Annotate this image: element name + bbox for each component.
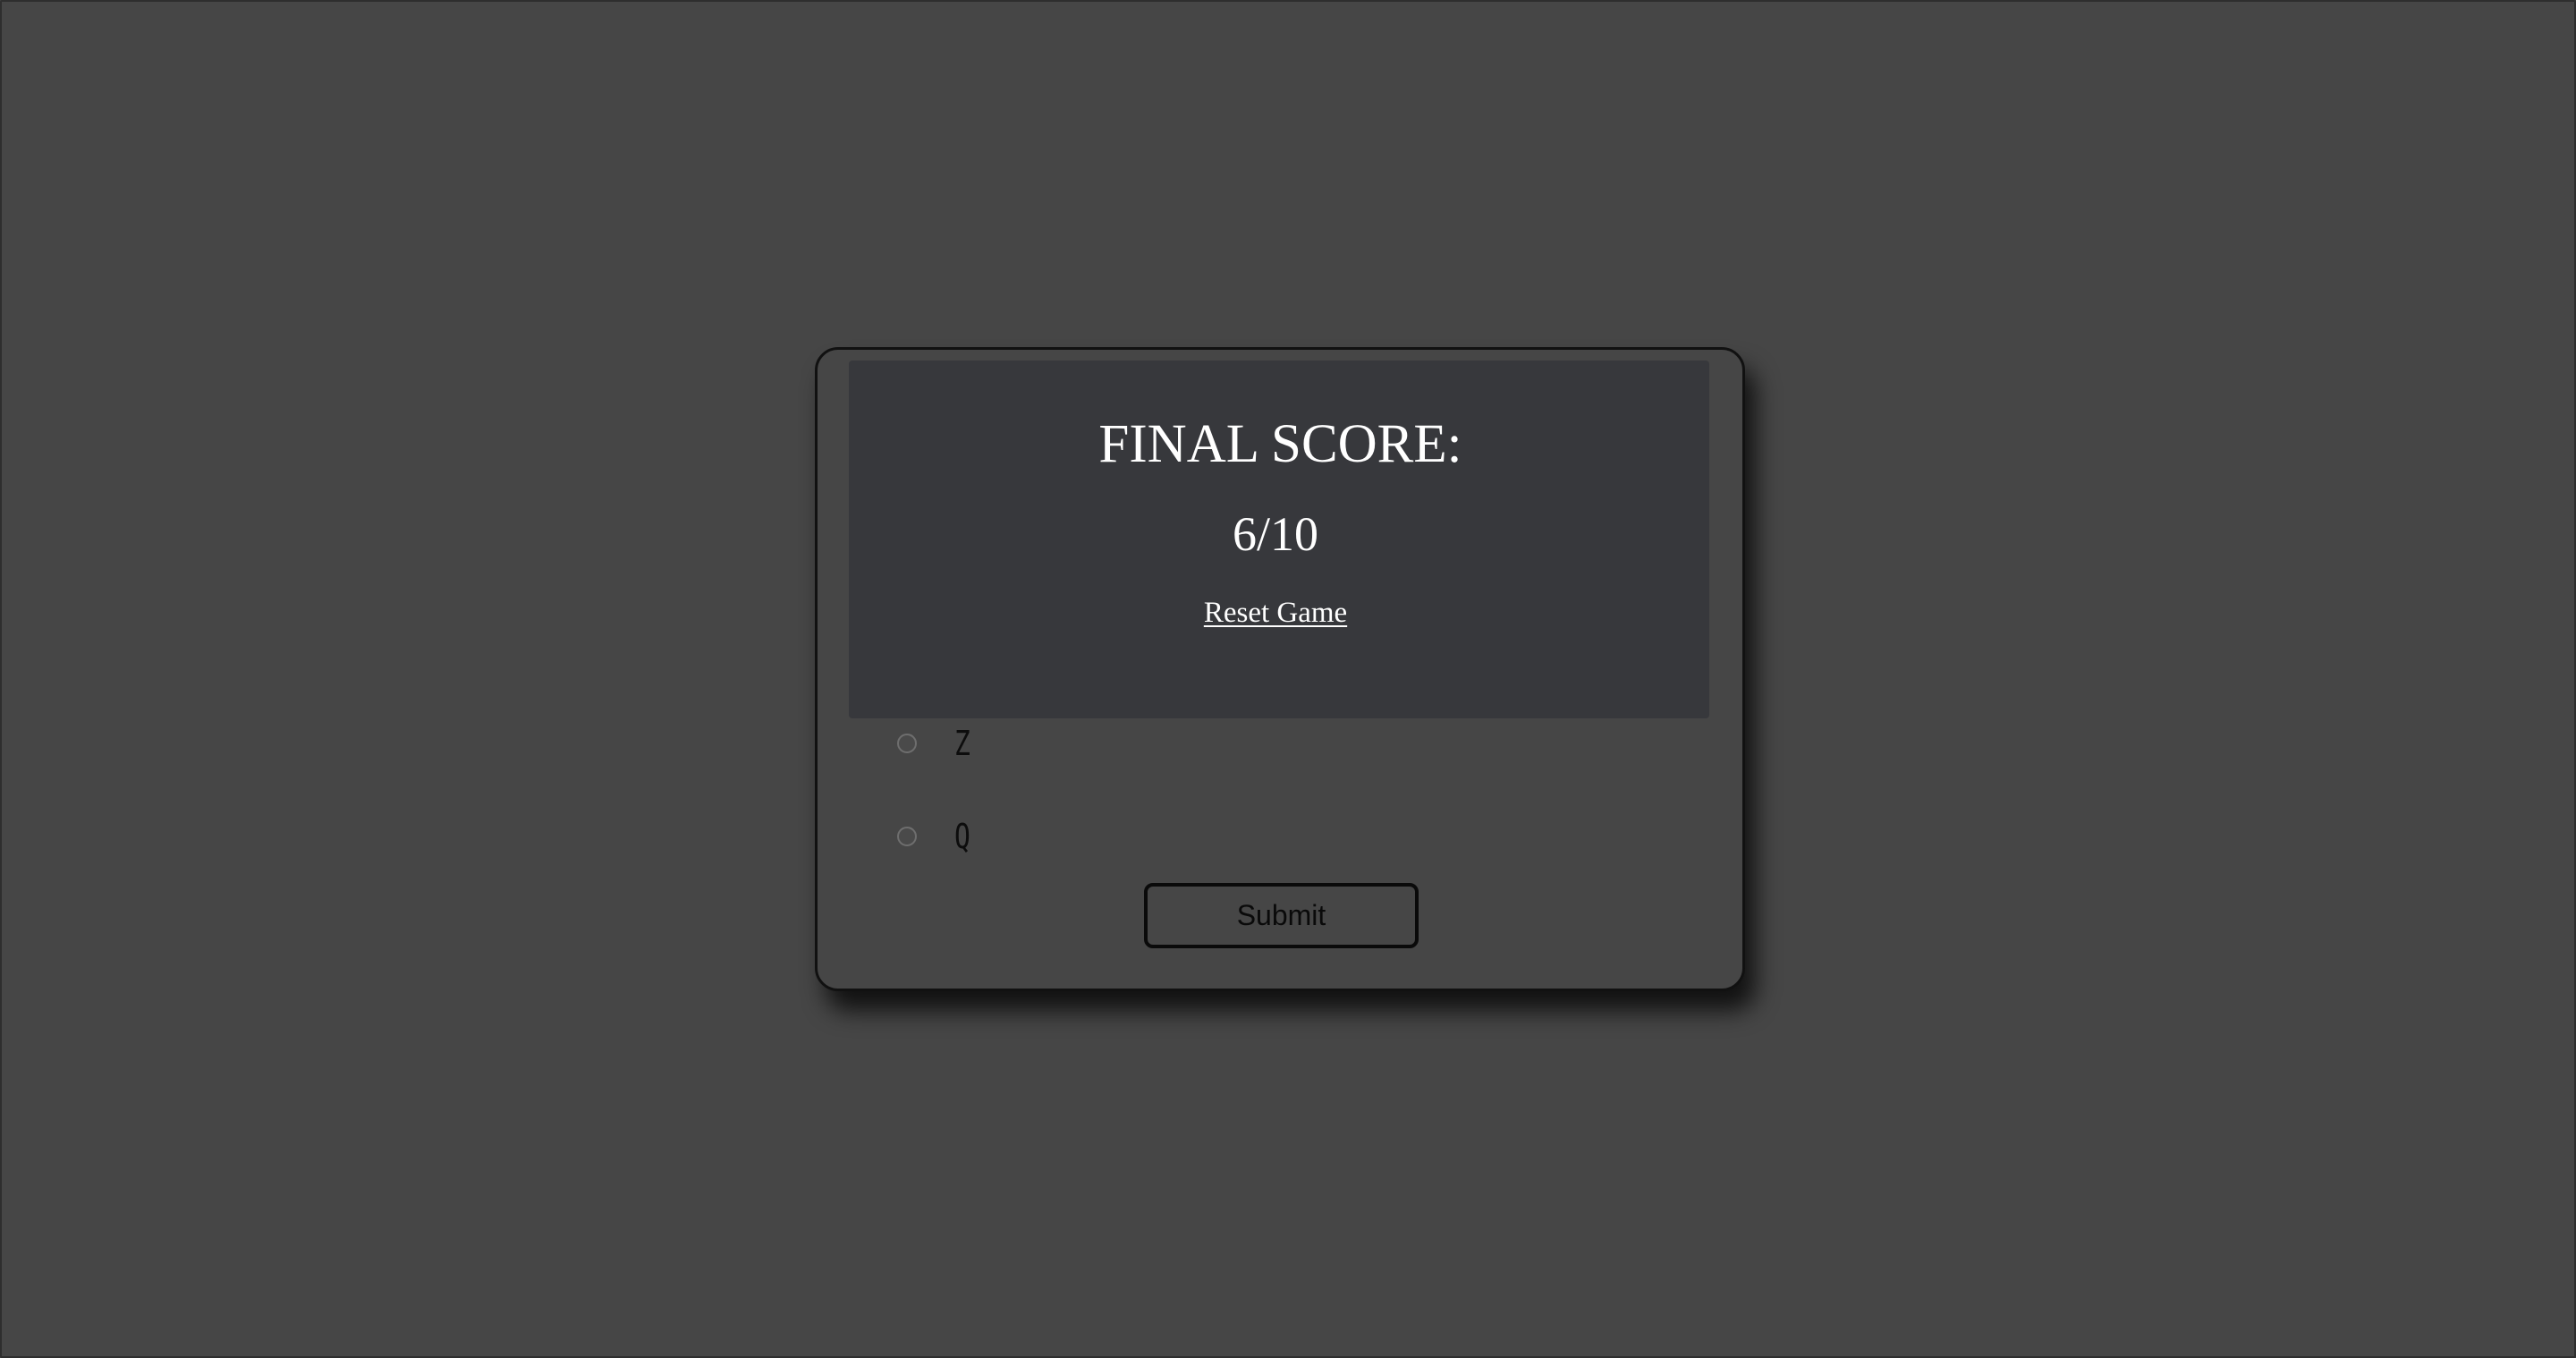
final-score-heading: FINAL SCORE: [1098,414,1462,474]
submit-button[interactable]: Submit [1144,883,1419,948]
answer-option-z[interactable]: Z [897,726,975,760]
answer-label-q: Q [954,817,970,856]
final-score-value: 6/10 [1232,507,1318,561]
reset-game-link[interactable]: Reset Game [1204,597,1347,629]
radio-button-q[interactable] [897,827,917,846]
final-score-panel: FINAL SCORE: 6/10 Reset Game [849,361,1709,718]
answer-label-z: Z [954,724,970,763]
radio-button-z[interactable] [897,734,917,753]
answer-option-q[interactable]: Q [897,819,975,853]
reset-game-link-wrapper: Reset Game [842,598,1709,628]
